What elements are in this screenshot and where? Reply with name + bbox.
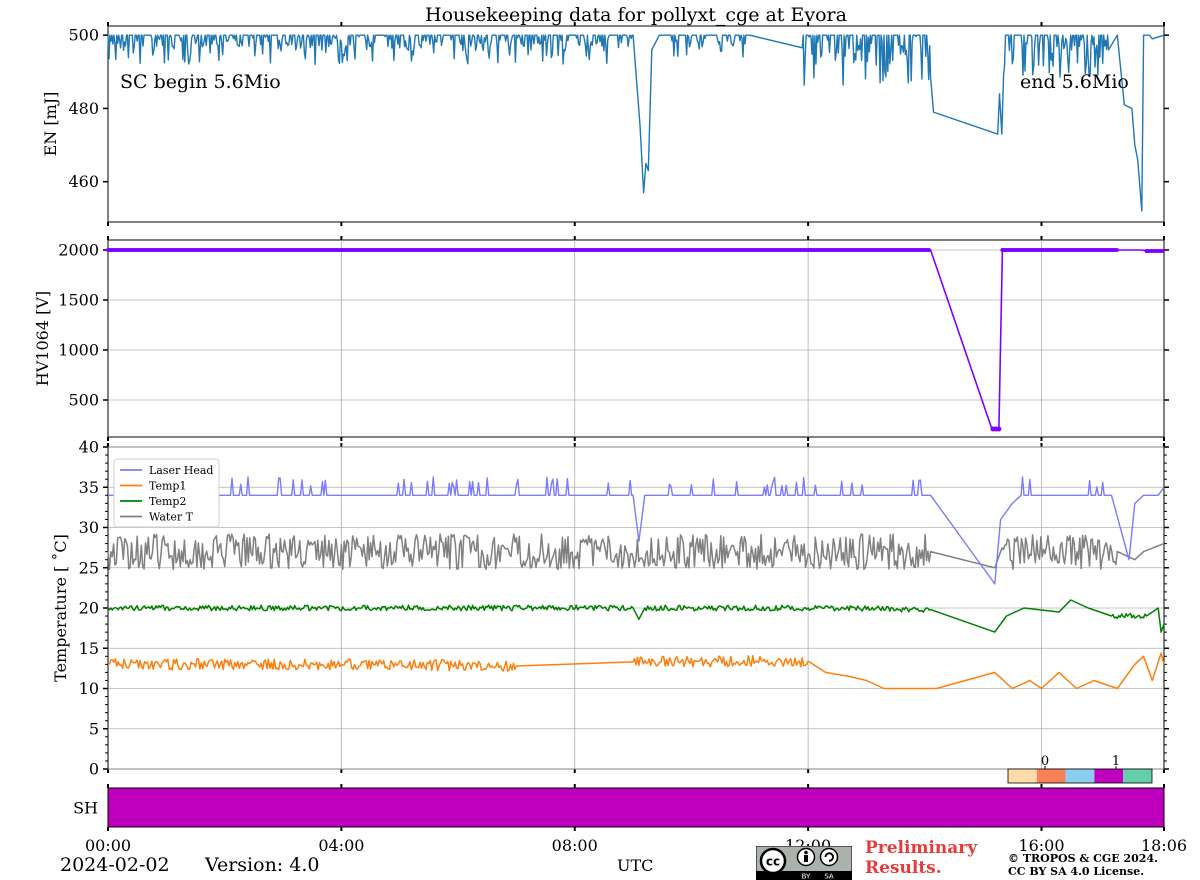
- x-tick-label: 08:00: [552, 836, 598, 855]
- x-axis-title: UTC: [617, 856, 654, 875]
- y-tick-label: 500: [68, 391, 99, 410]
- y-tick-label: 500: [68, 26, 99, 45]
- date-label: 2024-02-02: [60, 854, 170, 876]
- water-t-line: [107, 533, 1165, 571]
- y-axis-title: HV1064 [V]: [33, 291, 52, 386]
- y-tick-label: 20: [79, 599, 99, 618]
- x-tick-label: 00:00: [85, 836, 131, 855]
- y-tick-label: 2000: [58, 241, 99, 260]
- copyright-line-1: © TROPOS & CGE 2024.: [1008, 852, 1158, 865]
- legend-label: Water T: [149, 511, 194, 524]
- legend-label: Temp1: [149, 480, 186, 493]
- panel-frame: [107, 25, 1165, 223]
- y-tick-label: 10: [79, 679, 99, 698]
- hv1064-panel: 500 1000 1500 2000 HV1064 [V]: [33, 236, 1169, 441]
- y-tick-label: 1500: [58, 291, 99, 310]
- colorbar-segment: [1123, 769, 1152, 783]
- hv1064-marker: [1114, 248, 1119, 252]
- temp2-line: [107, 599, 1165, 633]
- copyright-line-2: CC BY SA 4.0 License.: [1008, 865, 1145, 878]
- colorbar-segment: [1008, 769, 1037, 783]
- y-axis-title: Temperature [ ˚C]: [51, 534, 70, 682]
- colorbar-tick-label: 1: [1112, 754, 1120, 769]
- temp1-line: [107, 652, 1165, 690]
- y-tick-label: 1000: [58, 341, 99, 360]
- energy-panel: 460 480 500 EN [mJ] SC begin 5.6Mio end 5.6Mi…: [41, 22, 1169, 226]
- copyright-note: © TROPOS & CGE 2024. CC BY SA 4.0 Licens…: [1008, 852, 1158, 878]
- sh-label: SH: [73, 799, 98, 818]
- y-tick-label: 0: [89, 760, 99, 779]
- preliminary-line-1: Preliminary: [865, 838, 978, 858]
- y-tick-label: 35: [79, 478, 99, 497]
- cc-license-badge: cc BY SA: [756, 846, 852, 880]
- legend-label: Temp2: [149, 495, 186, 508]
- y-tick-label: 15: [79, 639, 99, 658]
- colorbar-segment: [1036, 769, 1066, 783]
- hv1064-series-line: [108, 249, 1165, 430]
- version-label: Version: 4.0: [205, 854, 320, 876]
- y-tick-label: 5: [89, 719, 99, 738]
- y-tick-label: 480: [68, 99, 99, 118]
- y-axis-title: EN [mJ]: [41, 92, 60, 157]
- sh-heatmap-fill: [107, 787, 1165, 828]
- annotation-end: end 5.6Mio: [1020, 71, 1129, 93]
- svg-text:cc: cc: [766, 855, 780, 869]
- hv1064-marker: [996, 426, 1002, 432]
- temperature-panel: 0510152025303540Temperature [ ˚C]Laser H…: [51, 438, 1169, 779]
- plot-area: 460480500EN [mJ]SC begin 5.6Mio end 5.6Mi…: [33, 22, 1187, 855]
- panel-frame: [107, 239, 1165, 438]
- annotation-sc-begin: SC begin 5.6Mio: [120, 71, 281, 93]
- hv1064-marker: [1160, 249, 1165, 253]
- legend-label: Laser Head: [149, 464, 213, 477]
- y-tick-label: 40: [79, 438, 99, 457]
- preliminary-note: Preliminary Results.: [865, 838, 977, 878]
- energy-series-line: [107, 34, 1165, 212]
- y-tick-label: 30: [79, 518, 99, 537]
- cc-sa-label: SA: [824, 873, 834, 880]
- colorbar-tick-label: 0: [1041, 754, 1049, 769]
- sa-share-icon: [819, 847, 839, 867]
- y-tick-label: 460: [68, 172, 99, 191]
- y-tick-label: 25: [79, 558, 99, 577]
- figure: Housekeeping data for pollyxt_cge at Evo…: [0, 0, 1200, 880]
- hv1064-marker: [926, 248, 931, 252]
- colorbar-segment: [1065, 769, 1095, 783]
- cc-by-label: BY: [802, 873, 811, 880]
- colorbar-segment: [1094, 769, 1124, 783]
- sh-panel: SH 0 1: [73, 754, 1165, 831]
- preliminary-line-2: Results.: [865, 858, 942, 878]
- x-tick-label: 04:00: [318, 836, 364, 855]
